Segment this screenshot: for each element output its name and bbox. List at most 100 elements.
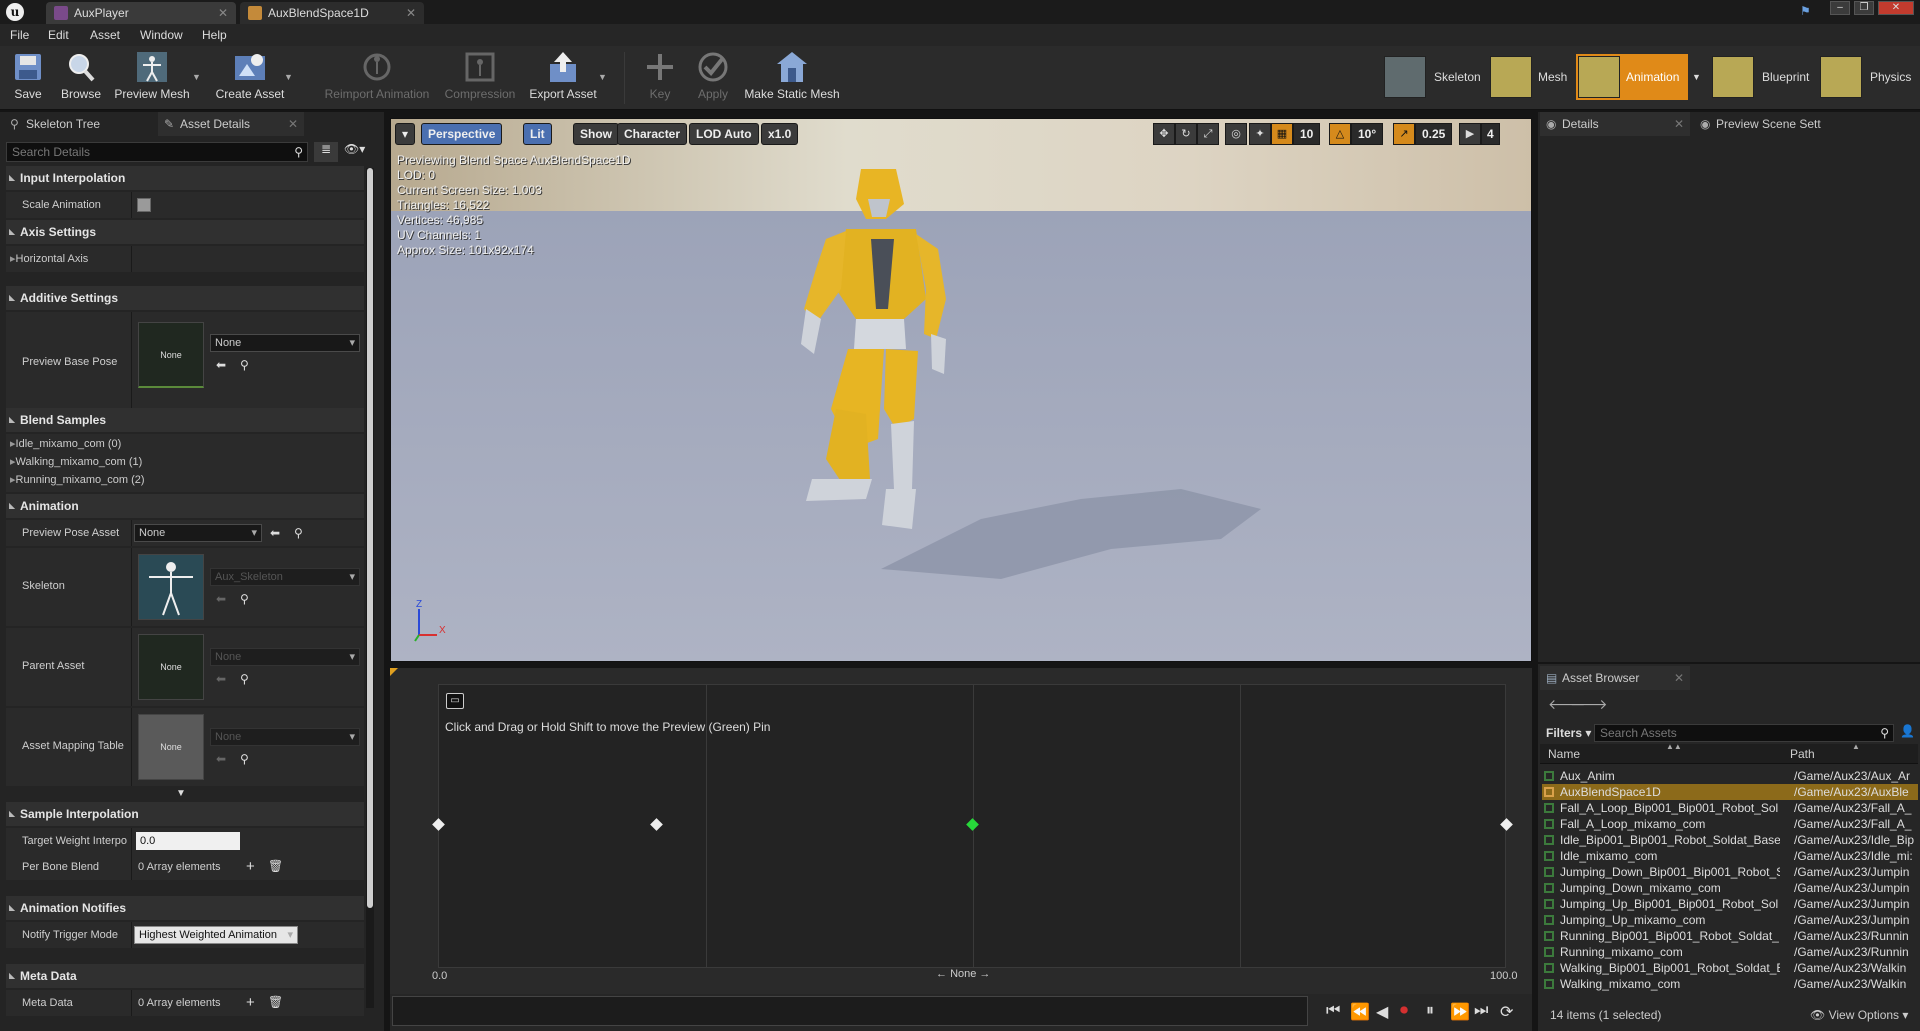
scrub-track[interactable] [392, 996, 1308, 1026]
menu-window[interactable]: Window [140, 28, 183, 42]
search-details-input[interactable]: Search Details ⚲ [6, 142, 308, 162]
asset-row[interactable]: Aux_Anim/Game/Aux23/Aux_Ar [1542, 768, 1918, 784]
apply-button[interactable]: Apply [690, 50, 736, 108]
lit-button[interactable]: Lit [523, 123, 552, 145]
export-asset-button[interactable]: Export Asset [526, 50, 600, 108]
preview-pin[interactable] [966, 818, 979, 831]
add-element-icon[interactable]: + [246, 994, 255, 1011]
asset-row[interactable]: Fall_A_Loop_mixamo_com/Game/Aux23/Fall_A… [1542, 816, 1918, 832]
menu-file[interactable]: File [10, 28, 29, 42]
loop-icon[interactable]: ⟳ [1500, 1002, 1513, 1022]
section-blend-samples[interactable]: Blend Samples [6, 408, 364, 432]
asset-row[interactable]: Jumping_Up_Bip001_Bip001_Robot_Sol/Game/… [1542, 896, 1918, 912]
section-input-interpolation[interactable]: Input Interpolation [6, 166, 364, 190]
sample-point-running[interactable] [1500, 818, 1513, 831]
parent-asset-thumbnail[interactable]: None [138, 634, 204, 700]
browse-button[interactable]: Browse [56, 50, 106, 108]
make-static-mesh-button[interactable]: Make Static Mesh [742, 50, 842, 108]
scale-snap-icon[interactable]: ↗ [1393, 123, 1415, 145]
play-reverse-icon[interactable]: ◀ [1376, 1002, 1388, 1022]
sample-item[interactable]: Walking_mixamo_com (1) [10, 455, 143, 468]
tab-details[interactable]: ◉ Details ✕ [1540, 112, 1690, 136]
col-path-header[interactable]: Path [1790, 747, 1815, 761]
asset-row[interactable]: Jumping_Up_mixamo_com/Game/Aux23/Jumpin [1542, 912, 1918, 928]
view-options-button[interactable]: 👁 View Options ▾ [1810, 1008, 1908, 1022]
sample-item[interactable]: Idle_mixamo_com (0) [10, 437, 122, 450]
sample-point-walking[interactable] [650, 818, 663, 831]
blend-grid[interactable]: ▭ Click and Drag or Hold Shift to move t… [432, 684, 1513, 968]
tab-preview-scene-settings[interactable]: ◉ Preview Scene Sett [1694, 112, 1844, 136]
arrow-left-icon[interactable]: ⬅ [270, 526, 280, 540]
notify-trigger-combo[interactable]: Highest Weighted Animation [134, 926, 298, 944]
base-pose-thumbnail[interactable]: None [138, 322, 204, 388]
close-icon[interactable]: ✕ [288, 112, 298, 136]
search-icon[interactable]: ⚲ [240, 358, 249, 372]
trash-icon[interactable]: 🗑 [268, 995, 283, 1009]
sample-point-idle[interactable] [432, 818, 445, 831]
grid-options-icon[interactable]: ▭ [446, 693, 464, 709]
asset-row[interactable]: Running_Bip001_Bip001_Robot_Soldat_ /Game… [1542, 928, 1918, 944]
mode-skeleton-button[interactable]: Skeleton [1384, 54, 1484, 100]
preview-pose-combo[interactable]: None [134, 524, 262, 542]
arrow-left-icon[interactable]: ⬅ [216, 358, 226, 372]
step-forward-icon[interactable]: ⏩ [1450, 1002, 1470, 1022]
asset-row[interactable]: AuxBlendSpace1D/Game/Aux23/AuxBle [1542, 784, 1918, 800]
maximize-button[interactable]: ❐ [1854, 1, 1874, 15]
tab-asset-browser[interactable]: ▤ Asset Browser ✕ [1540, 666, 1690, 690]
asset-row[interactable]: Walking_mixamo_com/Game/Aux23/Walkin [1542, 976, 1918, 992]
preview-mesh-button[interactable]: Preview Mesh [112, 50, 192, 108]
scale-snap-value[interactable]: 0.25 [1415, 123, 1453, 145]
skip-to-start-icon[interactable]: ⏮ [1326, 1002, 1340, 1020]
mode-physics-button[interactable]: Physics [1820, 54, 1918, 100]
section-sample-interpolation[interactable]: Sample Interpolation [6, 802, 364, 826]
tab-auxblendspace1d[interactable]: AuxBlendSpace1D ✕ [240, 2, 424, 24]
close-icon[interactable]: ✕ [1674, 112, 1684, 136]
close-window-button[interactable]: ✕ [1878, 1, 1914, 15]
lod-button[interactable]: LOD Auto [689, 123, 759, 145]
menu-help[interactable]: Help [202, 28, 227, 42]
world-local-icon[interactable]: ◎ [1225, 123, 1247, 145]
skip-to-end-icon[interactable]: ⏭ [1474, 1002, 1488, 1020]
trash-icon[interactable]: 🗑 [268, 859, 283, 873]
scrollbar-thumb[interactable] [367, 168, 373, 908]
horizontal-axis-label[interactable]: Horizontal Axis [10, 252, 89, 265]
asset-row[interactable]: Idle_Bip001_Bip001_Robot_Soldat_Base/Gam… [1542, 832, 1918, 848]
base-pose-combo[interactable]: None [210, 334, 360, 352]
expand-advanced-icon[interactable]: ▼ [176, 788, 186, 799]
save-button[interactable]: Save [6, 50, 50, 108]
user-icon[interactable]: 👤 [1900, 724, 1915, 738]
notification-icon[interactable]: ⚑ [1800, 4, 1811, 18]
key-button[interactable]: Key [640, 50, 680, 108]
asset-row[interactable]: Idle_mixamo_com/Game/Aux23/Idle_mi: [1542, 848, 1918, 864]
perspective-button[interactable]: Perspective [421, 123, 503, 145]
chevron-down-icon[interactable]: ▼ [1692, 72, 1701, 82]
section-additive-settings[interactable]: Additive Settings [6, 286, 364, 310]
search-assets-input[interactable]: Search Assets ⚲ [1594, 724, 1894, 742]
viewport-menu-button[interactable]: ▾ [395, 123, 415, 145]
create-asset-button[interactable]: Create Asset [210, 50, 290, 108]
pause-icon[interactable]: ⏸ [1426, 1002, 1434, 1020]
list-view-icon[interactable]: ≣ [314, 142, 338, 162]
step-back-icon[interactable]: ⏪ [1350, 1002, 1370, 1022]
rotation-snap-icon[interactable]: △ [1329, 123, 1351, 145]
rotate-icon[interactable]: ↻ [1175, 123, 1197, 145]
add-element-icon[interactable]: + [246, 858, 255, 875]
mode-mesh-button[interactable]: Mesh [1490, 54, 1570, 100]
translate-icon[interactable]: ✥ [1153, 123, 1175, 145]
asset-row[interactable]: Walking_Bip001_Bip001_Robot_Soldat_E/Gam… [1542, 960, 1918, 976]
row-horizontal-axis[interactable]: Horizontal Axis [6, 246, 364, 272]
close-icon[interactable]: ✕ [218, 2, 228, 24]
scale-animation-checkbox[interactable] [137, 198, 151, 212]
section-axis-settings[interactable]: Axis Settings [6, 220, 364, 244]
show-button[interactable]: Show [573, 123, 619, 145]
mode-blueprint-button[interactable]: Blueprint [1712, 54, 1812, 100]
search-icon[interactable]: ⚲ [240, 752, 249, 766]
section-animation-notifies[interactable]: Animation Notifies [6, 896, 364, 920]
section-meta-data[interactable]: Meta Data [6, 964, 364, 988]
close-icon[interactable]: ✕ [406, 2, 416, 24]
scale-icon[interactable]: ⤢ [1197, 123, 1219, 145]
target-weight-input[interactable]: 0.0 [136, 832, 240, 850]
eye-icon[interactable]: 👁▾ [344, 142, 365, 156]
chevron-down-icon[interactable]: ▼ [284, 72, 293, 82]
chevron-down-icon[interactable]: ▼ [598, 72, 607, 82]
